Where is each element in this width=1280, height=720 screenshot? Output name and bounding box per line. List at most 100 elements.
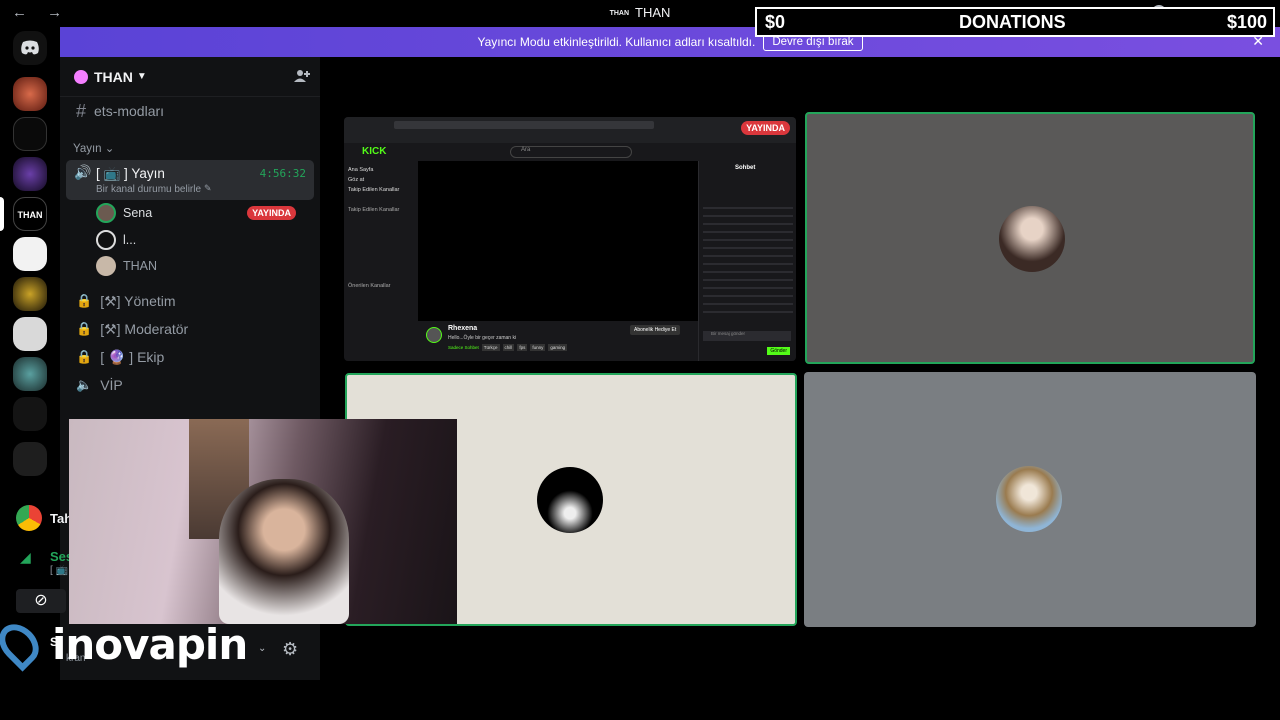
channel-label: [⚒] Yönetim xyxy=(100,292,176,309)
camera-off-button[interactable]: ⊘ xyxy=(16,589,66,613)
logo-pin-icon xyxy=(0,616,47,672)
webcam-person xyxy=(219,479,349,624)
category-header[interactable]: Yayın ⌄ xyxy=(73,141,114,155)
text-channel[interactable]: # ets-modları xyxy=(68,98,312,124)
stream-tag[interactable]: chill xyxy=(502,344,515,351)
channel-label: ets-modları xyxy=(94,103,165,119)
stream-tag[interactable]: Türkçe xyxy=(481,344,500,351)
stream-live-badge: YAYINDA xyxy=(741,121,790,135)
server-icon[interactable] xyxy=(13,117,47,151)
speaker-icon: 🔊 xyxy=(74,164,92,180)
chat-input[interactable]: Bir mesaj gönder xyxy=(703,331,791,341)
locked-channel[interactable]: 🔒 [⚒] Moderatör xyxy=(68,316,312,342)
participant-avatar xyxy=(996,466,1062,532)
user-name: Sena xyxy=(123,206,153,220)
invite-user-icon[interactable] xyxy=(294,69,310,86)
voice-connected[interactable]: ◢ Ses [ 📺 xyxy=(20,549,73,576)
stream-tag[interactable]: gaming xyxy=(548,344,568,351)
channel-label: VİP xyxy=(100,377,123,393)
locked-channel[interactable]: 🔒 [ 🔮 ] Ekip xyxy=(68,344,312,370)
kick-nav-item[interactable]: Göz at xyxy=(348,177,414,183)
guild-name: THAN xyxy=(94,68,133,85)
chevron-down-icon[interactable]: ⌄ xyxy=(258,643,266,654)
user-avatar xyxy=(96,230,116,250)
donations-overlay: $0 DONATIONS $100 xyxy=(755,7,1275,37)
chat-messages xyxy=(703,201,793,319)
channel-status-placeholder[interactable]: Bir kanal durumu belirle xyxy=(96,184,201,195)
voice-channel-active[interactable]: 🔊 [ 📺 ] Yayın 4:56:32 Bir kanal durumu b… xyxy=(66,160,314,200)
webcam-overlay xyxy=(69,419,457,624)
kick-header: KICK Ara xyxy=(344,143,796,161)
kick-nav-item[interactable]: Takip Edilen Kanallar xyxy=(348,187,414,193)
voice-sub: [ 📺 xyxy=(50,565,69,576)
server-icon[interactable] xyxy=(13,357,47,391)
server-icon[interactable] xyxy=(13,237,47,271)
kick-section: Takip Edilen Kanallar xyxy=(348,207,400,213)
server-icon[interactable] xyxy=(13,277,47,311)
guild-header[interactable]: THAN ▼ xyxy=(60,57,320,97)
voice-user[interactable]: l... xyxy=(96,229,136,251)
channel-label: [ 🔮 ] Ekip xyxy=(100,348,165,365)
server-icon[interactable] xyxy=(13,77,47,111)
streamer-name: Rhexena xyxy=(448,325,478,332)
guild-icon xyxy=(74,69,88,84)
gift-sub-button[interactable]: Abonelik Hediye Et xyxy=(630,325,681,335)
server-icon[interactable] xyxy=(13,442,47,476)
selected-server-indicator xyxy=(0,197,4,231)
voice-timer: 4:56:32 xyxy=(259,167,306,180)
donations-label: DONATIONS xyxy=(959,12,1066,32)
kick-player[interactable] xyxy=(418,161,698,321)
screenshare-tile[interactable]: YAYINDA KICK Ara Ana Sayfa Göz at Takip … xyxy=(344,117,796,361)
server-icon-than[interactable]: THAN xyxy=(13,197,47,231)
stream-tag[interactable]: Sadece Sohbet xyxy=(448,345,479,350)
participant-avatar xyxy=(537,467,603,533)
voice-user[interactable]: THAN xyxy=(96,255,157,277)
kick-search[interactable]: Ara xyxy=(510,146,632,158)
user-avatar xyxy=(96,203,116,223)
signal-icon: ◢ xyxy=(20,549,31,565)
chevron-down-icon: ⌄ xyxy=(104,143,115,155)
channel-label: [⚒] Moderatör xyxy=(100,320,189,337)
live-badge: YAYINDA xyxy=(247,206,296,220)
participant-tile[interactable] xyxy=(804,372,1256,627)
kick-chat: Sohbet Bir mesaj gönder Gönder xyxy=(698,161,796,361)
chrome-icon xyxy=(16,505,42,531)
lock-icon: 🔒 xyxy=(76,293,93,308)
kick-stream-info: Rhexena Hello...Öyle bir geçer zaman ki … xyxy=(418,321,698,361)
kick-logo: KICK xyxy=(362,146,387,157)
voice-channel-label: [ 📺 ] Yayın xyxy=(96,166,165,181)
user-name: l... xyxy=(123,233,137,247)
voice-user[interactable]: Sena YAYINDA xyxy=(96,202,308,224)
participant-avatar xyxy=(999,206,1065,272)
user-name: THAN xyxy=(123,259,158,273)
discord-home-icon[interactable] xyxy=(13,31,47,65)
chat-send-button[interactable]: Gönder xyxy=(767,347,790,355)
donations-goal: $100 xyxy=(1226,12,1267,32)
user-avatar xyxy=(96,256,116,276)
server-icon[interactable] xyxy=(13,397,47,431)
hash-icon: # xyxy=(76,100,87,121)
stream-tag[interactable]: funny xyxy=(530,344,546,351)
lock-icon: 🔒 xyxy=(76,349,93,364)
participant-tile[interactable] xyxy=(805,112,1255,364)
stream-tag[interactable]: fps xyxy=(517,344,528,351)
locked-channel[interactable]: 🔒 [⚒] Yönetim xyxy=(68,288,312,314)
voice-channel-vip[interactable]: 🔈 VİP xyxy=(68,372,312,398)
banner-text: Yayıncı Modu etkinleştirildi. Kullanıcı … xyxy=(477,35,756,49)
chat-title: Sohbet xyxy=(735,165,756,171)
kick-sidebar: Ana Sayfa Göz at Takip Edilen Kanallar T… xyxy=(344,161,418,361)
inovapin-logo: inovapin xyxy=(0,616,252,680)
kick-nav-item[interactable]: Ana Sayfa xyxy=(348,167,414,173)
kick-section: Önerilen Kanallar xyxy=(348,283,391,289)
settings-gear-icon[interactable]: ⚙ xyxy=(282,639,298,660)
category-label: Yayın xyxy=(73,143,102,155)
pencil-icon[interactable]: ✎ xyxy=(204,183,212,194)
lock-icon: 🔒 xyxy=(76,321,93,336)
activity-row[interactable]: Tah xyxy=(16,503,72,533)
server-icon[interactable] xyxy=(13,317,47,351)
logo-text: inovapin xyxy=(52,620,248,669)
stream-tags: Sadece Sohbet Türkçe chill fps funny gaming xyxy=(448,344,568,351)
title-badge: THAN xyxy=(609,10,630,18)
streamer-avatar xyxy=(426,327,442,343)
server-icon[interactable] xyxy=(13,157,47,191)
